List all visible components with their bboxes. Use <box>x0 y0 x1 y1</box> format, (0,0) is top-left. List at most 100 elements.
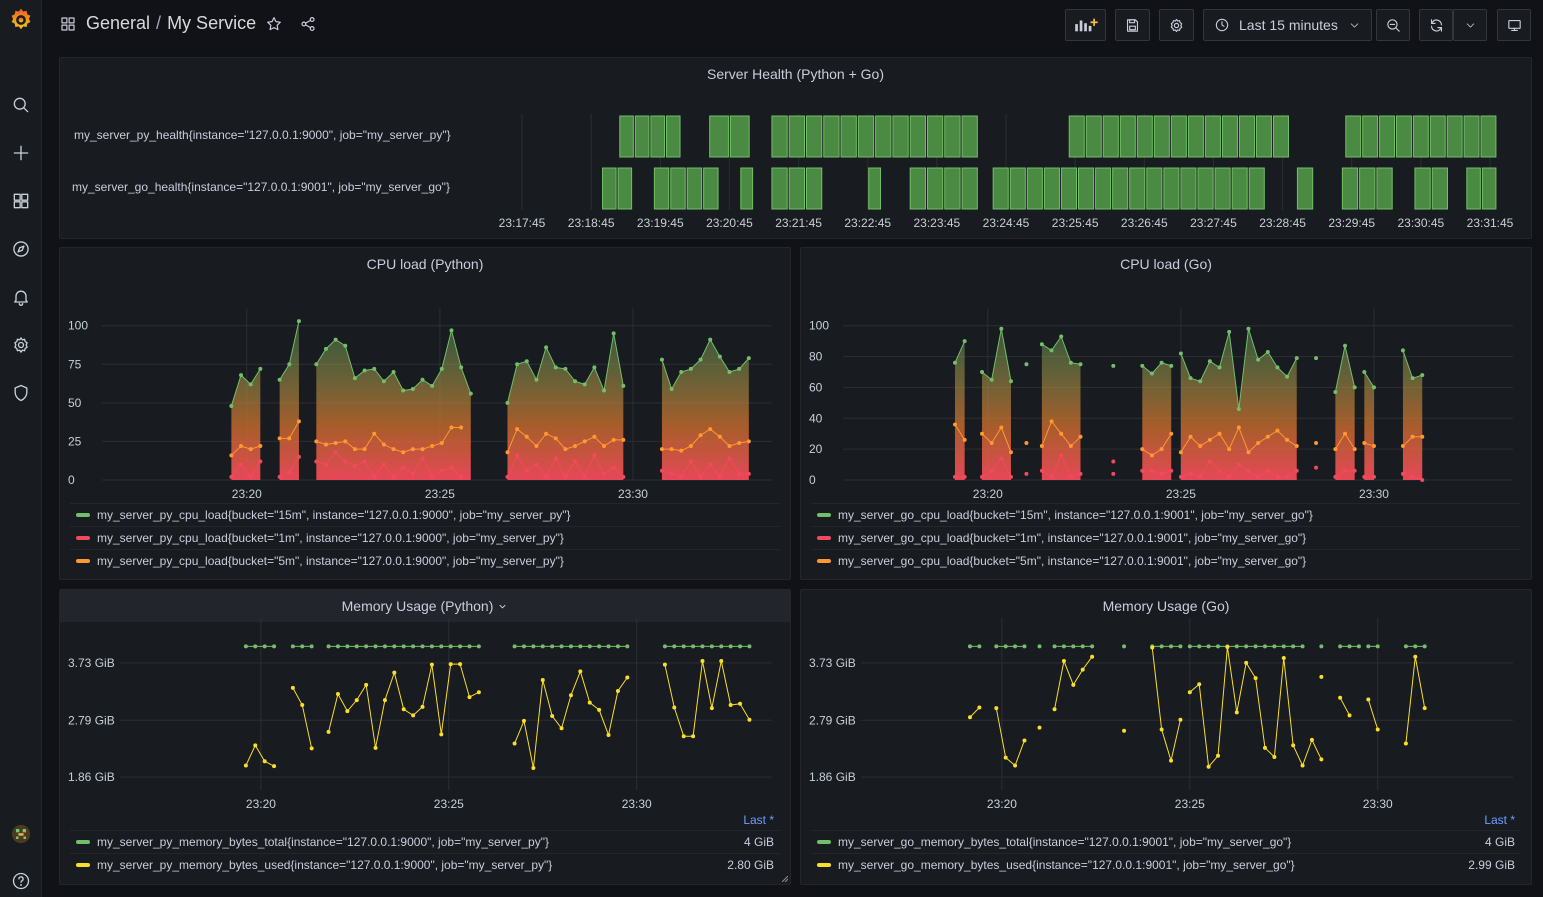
legend-item[interactable]: my_server_py_cpu_load{bucket="5m", insta… <box>70 549 780 572</box>
data-point <box>372 366 377 371</box>
share-icon[interactable] <box>299 15 317 33</box>
help-icon[interactable] <box>5 865 37 897</box>
data-point <box>727 456 732 461</box>
state-bar <box>1026 167 1043 210</box>
data-point <box>262 759 267 764</box>
legend-item[interactable]: my_server_go_cpu_load{bucket="15m", inst… <box>811 503 1521 526</box>
state-bar <box>892 115 909 158</box>
data-point <box>568 644 573 649</box>
legend-item[interactable]: my_server_go_cpu_load{bucket="1m", insta… <box>811 526 1521 549</box>
legend-header[interactable]: Last * <box>70 810 780 830</box>
data-point <box>467 644 472 649</box>
state-bar <box>961 115 978 158</box>
state-bar <box>944 167 961 210</box>
legend-item[interactable]: my_server_py_cpu_load{bucket="15m", inst… <box>70 503 780 526</box>
data-point <box>505 474 510 479</box>
data-point <box>1188 376 1193 381</box>
memory-go-chart: 1.86 GiB 2.79 GiB 3.73 GiB 23:20 23:25 23:30 <box>809 618 1513 810</box>
state-bar <box>909 115 926 158</box>
search-icon[interactable] <box>5 89 37 121</box>
data-point <box>323 442 328 447</box>
legend-header-last[interactable]: Last * <box>743 813 774 827</box>
state-bar <box>1060 167 1078 210</box>
legend-header[interactable]: Last * <box>811 810 1521 830</box>
explore-icon[interactable] <box>5 233 37 265</box>
add-panel-button[interactable] <box>1065 9 1106 41</box>
data-point <box>420 447 425 452</box>
top-nav: General / My Service Last 15 minutes <box>43 0 1543 50</box>
legend-item[interactable]: my_server_go_memory_bytes_total{instance… <box>811 830 1521 853</box>
data-point <box>1227 329 1232 334</box>
state-bar <box>653 167 670 210</box>
data-point <box>459 365 464 370</box>
state-bar <box>1102 115 1119 158</box>
data-point <box>602 388 607 393</box>
data-point <box>1049 474 1054 479</box>
breadcrumb-folder[interactable]: General <box>86 13 150 34</box>
legend-item[interactable]: my_server_py_cpu_load{bucket="1m", insta… <box>70 526 780 549</box>
area-fill <box>1180 328 1297 480</box>
state-bar <box>740 167 754 210</box>
data-point <box>515 362 520 367</box>
data-point <box>1362 370 1367 374</box>
data-point <box>420 644 425 649</box>
data-point <box>352 447 357 452</box>
data-point <box>354 644 359 649</box>
data-point <box>1140 363 1145 368</box>
state-bar <box>805 167 823 210</box>
user-avatar[interactable] <box>5 818 37 850</box>
dashboards-icon[interactable] <box>5 185 37 217</box>
legend-swatch <box>817 513 831 517</box>
star-icon[interactable] <box>265 15 283 33</box>
data-point <box>1420 434 1425 439</box>
plus-icon[interactable] <box>5 137 37 169</box>
state-bar <box>1429 115 1446 158</box>
configuration-icon[interactable] <box>5 329 37 361</box>
data-point <box>746 471 751 476</box>
legend-swatch <box>817 536 831 540</box>
x-tick-label: 23:28:45 <box>1259 216 1306 230</box>
y-tick-label: 75 <box>68 357 82 371</box>
resize-handle[interactable] <box>782 876 788 882</box>
data-point <box>335 692 340 697</box>
legend-item[interactable]: my_server_py_memory_bytes_used{instance=… <box>70 853 780 876</box>
dashboard-title[interactable]: My Service <box>167 13 256 34</box>
data-point <box>372 474 377 479</box>
legend-label: my_server_go_memory_bytes_used{instance=… <box>838 858 1295 872</box>
legend-item[interactable]: my_server_go_memory_bytes_used{instance=… <box>811 853 1521 876</box>
data-point <box>1039 468 1044 473</box>
data-point <box>333 440 338 445</box>
data-point <box>429 662 434 667</box>
time-range-picker[interactable]: Last 15 minutes <box>1203 9 1372 41</box>
refresh-interval-dropdown[interactable] <box>1453 9 1487 41</box>
state-bar <box>771 115 788 158</box>
legend-item[interactable]: my_server_py_memory_bytes_total{instance… <box>70 830 780 853</box>
dashboard-settings-button[interactable] <box>1159 9 1194 41</box>
alerting-icon[interactable] <box>5 281 37 313</box>
data-point <box>410 386 415 391</box>
data-point <box>1246 326 1251 331</box>
state-bar <box>1180 167 1197 210</box>
refresh-button[interactable] <box>1419 9 1453 41</box>
state-bar <box>1376 167 1393 210</box>
state-bar <box>1009 167 1026 210</box>
tv-mode-button[interactable] <box>1497 9 1531 41</box>
data-point <box>524 359 529 364</box>
data-point <box>1343 343 1348 348</box>
data-point <box>592 434 597 439</box>
shield-icon[interactable] <box>5 377 37 409</box>
x-tick-label: 23:25:45 <box>1052 216 1099 230</box>
data-point <box>314 459 319 464</box>
legend-item[interactable]: my_server_go_cpu_load{bucket="5m", insta… <box>811 549 1521 572</box>
zoom-out-button[interactable] <box>1376 9 1410 41</box>
data-point <box>287 436 292 441</box>
legend-header-last[interactable]: Last * <box>1484 813 1515 827</box>
data-point <box>391 474 396 479</box>
data-point <box>708 427 713 432</box>
data-point <box>1061 659 1066 664</box>
data-point <box>531 765 536 770</box>
grafana-logo-icon[interactable] <box>5 4 37 36</box>
data-point <box>967 715 972 720</box>
data-point <box>1187 644 1192 649</box>
save-dashboard-button[interactable] <box>1115 9 1150 41</box>
